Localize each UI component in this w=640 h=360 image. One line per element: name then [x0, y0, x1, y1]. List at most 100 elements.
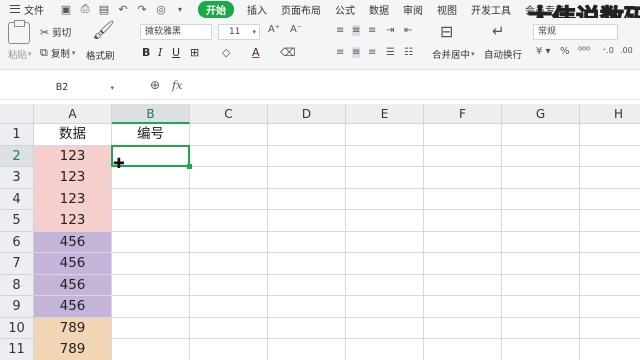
indent-icon[interactable]: ⇥ [386, 25, 394, 36]
format-painter-icon[interactable]: 🖌 [92, 20, 115, 41]
cell-g5[interactable] [502, 210, 580, 232]
row-header-5[interactable]: 5 [0, 210, 34, 232]
merge-center-button[interactable]: 合并居中 ▾ [432, 47, 475, 61]
cell-g1[interactable] [502, 124, 580, 146]
cell-a3[interactable]: 123 [34, 167, 112, 189]
cell-h6[interactable] [580, 232, 640, 253]
cell-c10[interactable] [190, 317, 268, 339]
column-header-c[interactable]: C [190, 104, 268, 124]
italic-icon[interactable]: I [158, 46, 162, 59]
cell-f4[interactable] [424, 188, 502, 210]
formula-input[interactable] [196, 80, 636, 96]
cell-c2[interactable] [190, 145, 268, 167]
cell-f10[interactable] [424, 317, 502, 339]
zoom-icon[interactable]: ⊕ [150, 78, 160, 92]
paste-icon[interactable] [8, 20, 30, 44]
cell-d10[interactable] [268, 317, 346, 339]
cell-a10[interactable]: 789 [34, 317, 112, 339]
percent-icon[interactable]: % [560, 46, 570, 57]
cell-h11[interactable] [580, 339, 640, 360]
fx-icon[interactable]: fx [172, 79, 182, 92]
cell-c3[interactable] [190, 167, 268, 189]
save-icon[interactable]: ▣ [60, 3, 72, 16]
cell-f9[interactable] [424, 296, 502, 318]
merge-icon[interactable]: ⊟ [440, 22, 453, 41]
tab-home[interactable]: 开始 [198, 0, 234, 18]
row-header-2[interactable]: 2 [0, 145, 34, 167]
cell-h8[interactable] [580, 275, 640, 296]
cell-e1[interactable] [346, 124, 424, 146]
column-header-a[interactable]: A [34, 104, 112, 124]
screenshot-icon[interactable]: ◎ [155, 3, 167, 16]
font-size-select[interactable]: 11 ▾ [218, 24, 260, 40]
cell-h1[interactable] [580, 124, 640, 146]
decimal-increase-icon[interactable]: ⁺.0 [602, 46, 614, 55]
border-icon[interactable]: ⊞ [190, 46, 199, 59]
cell-f2[interactable] [424, 145, 502, 167]
cell-f6[interactable] [424, 231, 502, 253]
redo-icon[interactable]: ↷ [136, 3, 148, 16]
cell-d9[interactable] [268, 296, 346, 318]
cell-e8[interactable] [346, 274, 424, 296]
align-left-icon[interactable]: ≡ [336, 47, 344, 58]
cell-b5[interactable] [112, 210, 190, 232]
row-header-3[interactable]: 3 [0, 167, 34, 189]
cell-c6[interactable] [190, 231, 268, 253]
cell-b7[interactable] [112, 253, 190, 275]
cell-c9[interactable] [190, 296, 268, 318]
distributed-icon[interactable]: ☷ [404, 47, 413, 58]
copy-button[interactable]: ⧉ 复制 ▾ [40, 46, 75, 60]
align-center-icon[interactable]: ≡ [352, 47, 361, 58]
cell-d8[interactable] [268, 274, 346, 296]
tab-view[interactable]: 视图 [430, 2, 464, 17]
row-header-4[interactable]: 4 [0, 188, 34, 210]
cell-e7[interactable] [346, 253, 424, 275]
cell-c11[interactable] [190, 339, 268, 360]
cell-f8[interactable] [424, 274, 502, 296]
cell-e2[interactable] [346, 145, 424, 167]
decimal-decrease-icon[interactable]: .00 [620, 46, 633, 55]
cell-a1[interactable]: 数据 [34, 124, 112, 146]
cell-c7[interactable] [190, 253, 268, 275]
format-painter-button[interactable]: 格式刷 [86, 48, 115, 62]
cell-e11[interactable] [346, 339, 424, 360]
cell-a7[interactable]: 456 [34, 253, 112, 275]
cell-e6[interactable] [346, 231, 424, 253]
cell-d7[interactable] [268, 253, 346, 275]
cell-b10[interactable] [112, 317, 190, 339]
cell-f1[interactable] [424, 124, 502, 146]
wrap-text-button[interactable]: 自动换行 [484, 47, 522, 61]
row-header-9[interactable]: 9 [0, 296, 34, 318]
cell-f11[interactable] [424, 339, 502, 360]
cell-g11[interactable] [502, 339, 580, 360]
row-header-11[interactable]: 11 [0, 339, 34, 360]
cell-g9[interactable] [502, 296, 580, 318]
print-icon[interactable]: ▤ [98, 3, 110, 16]
cell-e5[interactable] [346, 210, 424, 232]
font-color-icon[interactable]: A [252, 46, 260, 59]
row-header-10[interactable]: 10 [0, 317, 34, 339]
currency-icon[interactable]: ¥ ▾ [536, 46, 551, 57]
cut-button[interactable]: ✂ 剪切 [40, 25, 71, 40]
select-all-corner[interactable] [0, 104, 34, 124]
column-header-g[interactable]: G [502, 104, 580, 124]
fill-color-icon[interactable]: ◇ [222, 46, 230, 59]
cell-b9[interactable] [112, 296, 190, 318]
column-header-b[interactable]: B [112, 104, 190, 124]
column-header-e[interactable]: E [346, 104, 424, 124]
cell-h4[interactable] [580, 189, 640, 210]
chevron-down-icon[interactable]: ▾ [174, 5, 186, 14]
cell-a8[interactable]: 456 [34, 274, 112, 296]
cell-e4[interactable] [346, 188, 424, 210]
justify-icon[interactable]: ☰ [386, 47, 395, 58]
row-header-6[interactable]: 6 [0, 231, 34, 253]
outdent-icon[interactable]: ⇤ [404, 25, 412, 36]
cell-d2[interactable] [268, 145, 346, 167]
tab-data[interactable]: 数据 [362, 2, 396, 17]
cell-a4[interactable]: 123 [34, 188, 112, 210]
cell-b8[interactable] [112, 274, 190, 296]
thousands-icon[interactable]: ⁰⁰⁰ [578, 46, 590, 57]
cell-d6[interactable] [268, 231, 346, 253]
cell-c1[interactable] [190, 124, 268, 146]
cell-b4[interactable] [112, 188, 190, 210]
